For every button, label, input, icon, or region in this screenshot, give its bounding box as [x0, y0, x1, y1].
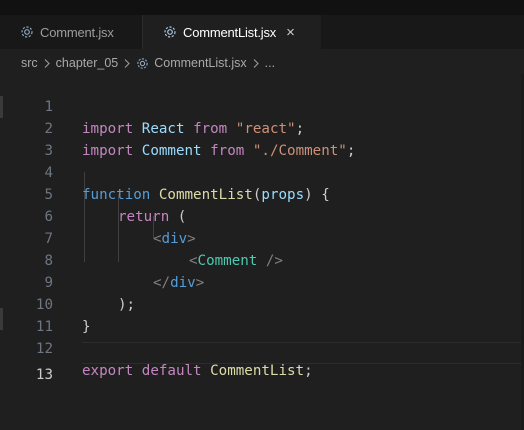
code-line: 5 return ( — [0, 162, 524, 225]
code-line: 11 — [0, 294, 524, 335]
breadcrumb-item-chapter[interactable]: chapter_05 — [56, 56, 119, 70]
react-gear-icon — [164, 26, 176, 38]
tab-label: Comment.jsx — [40, 24, 114, 40]
code-line: 9 ); — [0, 250, 524, 313]
keyword-token: export — [82, 363, 134, 379]
tab-comment-jsx[interactable]: Comment.jsx — [0, 15, 143, 49]
code-line: 1 import React from "react"; — [0, 74, 524, 137]
editor-tab-bar: Comment.jsx CommentList.jsx × — [0, 15, 524, 49]
code-line: 7 <Comment /> — [0, 206, 524, 269]
keyword-token: default — [141, 363, 202, 379]
code-line: 6 <div> — [0, 184, 524, 247]
breadcrumb: src chapter_05 CommentList.jsx ... — [0, 49, 524, 77]
identifier-token: CommentList — [210, 363, 305, 379]
chevron-right-icon — [253, 58, 259, 68]
line-number: 13 — [35, 367, 53, 383]
code-line: 10 } — [0, 272, 524, 335]
breadcrumb-item-file[interactable]: CommentList.jsx — [154, 56, 246, 70]
code-line: 2 import Comment from "./Comment"; — [0, 96, 524, 159]
chevron-right-icon — [124, 58, 131, 68]
breadcrumb-item-more[interactable]: ... — [265, 56, 275, 70]
react-gear-icon — [137, 57, 148, 69]
react-gear-icon — [21, 26, 33, 38]
code-line: 13 — [0, 342, 524, 383]
tab-label: CommentList.jsx — [183, 24, 277, 40]
close-icon[interactable]: × — [286, 25, 295, 40]
breadcrumb-item-src[interactable]: src — [21, 56, 38, 70]
code-line: 4 function CommentList(props) { — [0, 140, 524, 203]
punctuation-token: ; — [304, 363, 313, 379]
window-top-strip — [0, 0, 524, 15]
code-line: 8 </div> — [0, 228, 524, 291]
code-editor[interactable]: 1 import React from "react"; 2 import Co… — [0, 74, 524, 430]
code-line: 3 — [0, 118, 524, 159]
chevron-right-icon — [44, 58, 50, 68]
tab-commentlist-jsx[interactable]: CommentList.jsx × — [143, 15, 321, 49]
code-line: 12 export default CommentList; — [0, 316, 524, 379]
